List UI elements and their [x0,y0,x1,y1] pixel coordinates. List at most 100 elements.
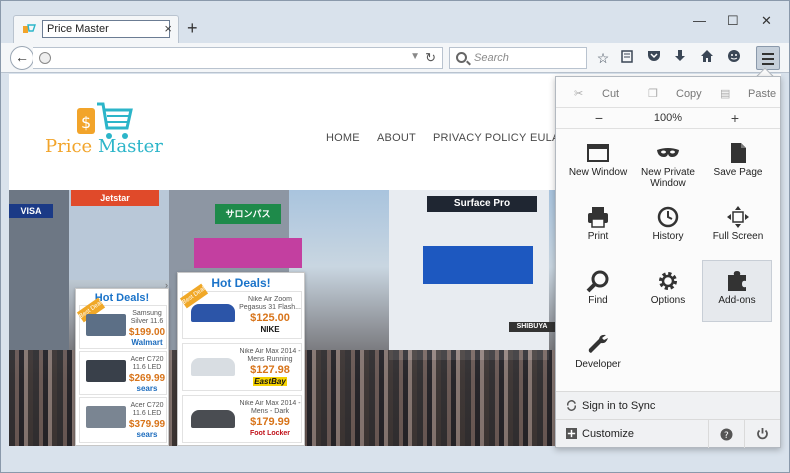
menu-item-label: History [652,231,684,242]
menu-item-find[interactable]: Find [564,263,632,325]
store-logo-nike: NIKE [260,325,280,334]
sign-in-to-sync-label: Sign in to Sync [582,400,656,412]
paste-clipboard-icon: ▤ [720,88,731,100]
deal-item[interactable]: Nike Air Max 2014 - Mens - Dark Magnet $… [182,395,302,443]
star-icon[interactable]: ☆ [594,49,612,67]
menu-item-developer[interactable]: Developer [564,327,632,389]
deal-item[interactable]: Acer C720 11.6 LED Chromebook with $379.… [79,397,167,443]
browser-window: Price Master × + — ☐ ✕ ← ▼ ↻ Search ☆ $ … [0,0,790,473]
screen-blue [423,246,533,284]
search-icon [456,52,467,63]
firefox-menu-panel: ✂ Cut ❐ Copy ▤ Paste − 100% + New Window… [555,76,781,448]
download-icon[interactable] [671,49,689,67]
menu-item-label: Add-ons [718,295,756,306]
nav-link-privacy-policy[interactable]: PRIVACY POLICY [433,132,526,144]
svg-text:?: ? [724,431,729,441]
cut-label: Cut [602,88,620,100]
store-logo-sears: sears [136,384,158,393]
deal-price: $379.99 [128,419,166,430]
hello-icon[interactable] [725,49,743,67]
tab-title[interactable]: Price Master [42,20,170,38]
search-placeholder: Search [474,52,509,64]
menu-item-new-window[interactable]: New Window [564,135,632,197]
deal-item[interactable]: Best Deal Samsung Silver 11.6 Chromebook… [76,297,167,349]
back-button[interactable]: ← [10,46,34,70]
deal-product-name: Acer C720 11.6 LED Chromebook with [130,356,164,371]
help-question-icon: ? [720,428,733,441]
billboard-visa: VISA [9,204,53,218]
print-icon [588,207,608,228]
hamburger-menu-button[interactable] [756,46,780,70]
billboard-surface-pro: Surface Pro [427,196,537,212]
new-window-icon [587,144,609,162]
minimize-button[interactable]: — [693,13,706,28]
customize-label: Customize [582,428,634,440]
laptop-image [86,314,126,336]
deals-expand-arrow-icon[interactable]: › [165,280,168,290]
new-tab-button[interactable]: + [187,19,198,37]
maximize-button[interactable]: ☐ [727,13,739,29]
search-bar[interactable]: Search [449,47,587,69]
logo-text-master: Master [97,136,163,157]
zoom-in-button[interactable]: + [720,110,750,126]
deal-price: $127.98 [250,364,290,376]
menu-item-label: Full Screen [712,231,764,242]
copy-button[interactable]: ❐ Copy [634,83,704,105]
billboard-pink [194,238,302,268]
menu-item-options[interactable]: Options [634,263,702,325]
deal-item[interactable]: Acer C720 11.6 LED Chromebook with $269.… [79,351,167,395]
nav-link-home[interactable]: HOME [326,132,360,144]
deal-price: $125.00 [250,312,290,324]
deal-price: $199.00 [128,327,166,338]
tab-price-master[interactable]: Price Master × [13,15,179,43]
shoe-image [191,358,235,376]
history-clock-icon [657,206,679,228]
customize-button[interactable]: Customize [556,420,706,448]
deal-item[interactable]: Nike Air Max 2014 - Mens Running Shoes $… [182,343,302,391]
store-logo-foot-locker: Foot Locker [249,430,291,437]
back-arrow-icon: ← [15,49,29,65]
store-logo-walmart: Walmart [131,338,163,347]
paste-button[interactable]: ▤ Paste [706,83,776,105]
nav-link-about[interactable]: ABOUT [377,132,416,144]
deal-price: $179.99 [250,416,290,428]
cut-button[interactable]: ✂ Cut [560,83,630,105]
svg-text:$: $ [81,113,91,132]
sign-in-to-sync-row[interactable]: Sign in to Sync [556,391,780,419]
url-bar[interactable]: ▼ ↻ [33,47,443,69]
quit-button[interactable] [744,420,780,448]
price-master-favicon-icon [23,24,36,33]
customize-row: Customize ? [556,419,780,448]
reading-list-icon[interactable] [618,49,636,67]
copy-icon: ❐ [648,88,658,100]
zoom-reset-button[interactable]: 100% [638,112,698,124]
tab-close-icon[interactable]: × [164,21,172,36]
menu-item-save-page[interactable]: Save Page [704,135,772,197]
hot-deals-panel-right[interactable]: Hot Deals! Best Deal Nike Air Zoom Pegas… [177,272,305,446]
menu-item-full-screen[interactable]: Full Screen [704,199,772,261]
edit-controls: ✂ Cut ❐ Copy ▤ Paste [556,83,780,105]
help-button[interactable]: ? [708,420,744,448]
options-gear-icon [659,272,677,290]
site-logo-text[interactable]: Price Master [45,136,163,157]
customize-plus-icon [566,428,577,439]
find-magnifier-icon [586,270,609,293]
reload-icon[interactable]: ↻ [425,50,436,66]
deal-product-name: Nike Air Max 2014 - Mens - Dark Magnet [239,400,301,415]
title-bar: Price Master × + — ☐ ✕ [1,1,789,43]
save-page-icon [731,143,746,163]
hot-deals-panel-left[interactable]: Hot Deals! Best Deal Samsung Silver 11.6… [75,288,169,446]
menu-item-print[interactable]: Print [564,199,632,261]
menu-item-history[interactable]: History [634,199,702,261]
store-logo-eastbay: EastBay [253,377,287,386]
menu-item-add-ons[interactable]: Add-ons [702,260,772,322]
deal-product-name: Nike Air Max 2014 - Mens Running Shoes [239,348,301,363]
close-window-button[interactable]: ✕ [761,13,772,29]
menu-item-new-private-window[interactable]: New Private Window [634,135,702,197]
url-dropdown-icon[interactable]: ▼ [410,51,420,62]
pocket-icon[interactable] [645,49,663,67]
zoom-out-button[interactable]: − [584,110,614,126]
home-icon[interactable] [698,49,716,67]
store-logo-sears: sears [136,430,158,439]
deal-item[interactable]: Best Deal Nike Air Zoom Pegasus 31 Flash… [179,283,302,339]
